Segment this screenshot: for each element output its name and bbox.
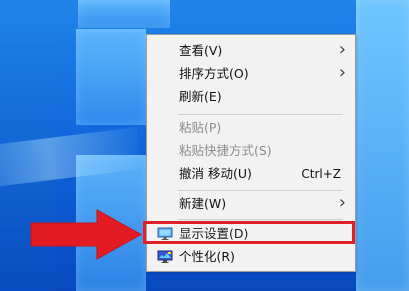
- display-settings-highlight-box: [143, 221, 355, 244]
- menu-item-paste-shortcut: 粘贴快捷方式(S): [147, 140, 355, 162]
- window-pane-right: [356, 0, 409, 291]
- menu-item-new[interactable]: 新建(W) ›: [147, 193, 355, 215]
- submenu-arrow-icon: ›: [338, 62, 346, 83]
- menu-item-label: 查看(V): [179, 43, 223, 58]
- menu-item-label: 排序方式(O): [179, 66, 249, 81]
- menu-item-label: 刷新(E): [179, 89, 222, 104]
- menu-separator: [178, 114, 343, 115]
- menu-item-label: 撤消 移动(U): [179, 166, 252, 181]
- menu-separator: [178, 219, 343, 220]
- red-arrow-icon: [30, 209, 143, 260]
- submenu-arrow-icon: ›: [338, 192, 346, 213]
- menu-item-shortcut: Ctrl+Z: [301, 167, 341, 181]
- menu-item-label: 个性化(R): [179, 249, 235, 264]
- menu-item-label: 新建(W): [179, 196, 227, 211]
- menu-item-label: 粘贴(P): [179, 120, 222, 135]
- menu-item-label: 粘贴快捷方式(S): [179, 143, 272, 158]
- menu-item-undo-move[interactable]: 撤消 移动(U) Ctrl+Z: [147, 163, 355, 185]
- menu-separator: [178, 190, 343, 191]
- menu-item-refresh[interactable]: 刷新(E): [147, 86, 355, 108]
- menu-item-view[interactable]: 查看(V) ›: [147, 40, 355, 62]
- window-pane-top: [78, 0, 170, 28]
- personalize-icon: [157, 250, 173, 263]
- desktop-background: 查看(V) › 排序方式(O) › 刷新(E) 粘贴(P) 粘贴快捷方式(S) …: [0, 0, 409, 291]
- submenu-arrow-icon: ›: [338, 39, 346, 60]
- menu-item-personalize[interactable]: 个性化(R): [147, 246, 355, 268]
- menu-item-paste: 粘贴(P): [147, 117, 355, 139]
- menu-item-sort-by[interactable]: 排序方式(O) ›: [147, 63, 355, 85]
- window-pane-middle-upper: [76, 29, 146, 125]
